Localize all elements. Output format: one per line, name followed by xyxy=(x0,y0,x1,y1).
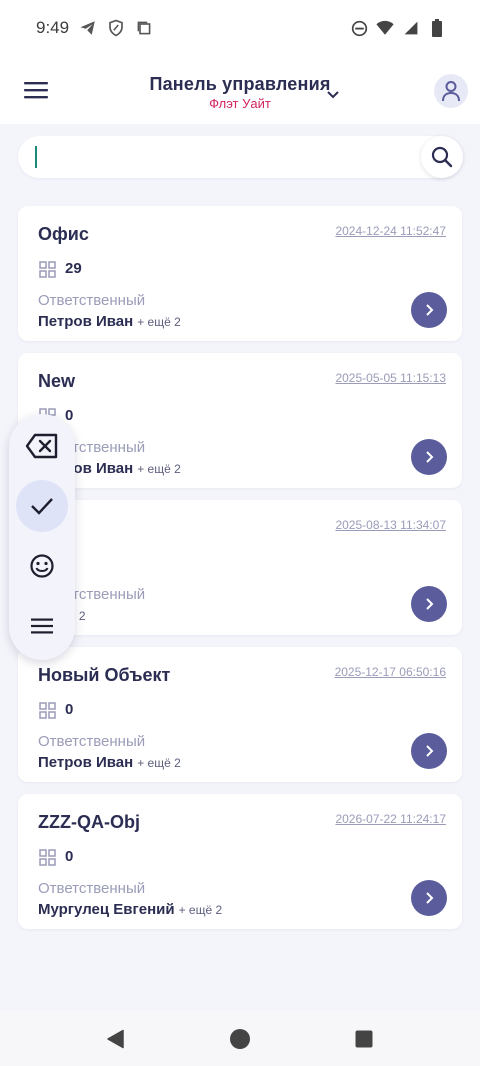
responsible-label: Ответственный xyxy=(38,292,146,309)
chevron-right-icon xyxy=(426,892,434,904)
open-object-button[interactable] xyxy=(411,586,447,622)
chevron-down-icon[interactable] xyxy=(324,86,342,104)
system-nav-bar xyxy=(0,1010,480,1066)
responsible-person: Петров Иван xyxy=(38,313,134,330)
telegram-icon xyxy=(79,19,97,37)
status-left: 9:49 xyxy=(36,18,153,38)
app-header: Панель управления Флэт Уайт xyxy=(0,56,480,124)
floating-toolbar xyxy=(9,414,75,660)
search-icon xyxy=(431,146,453,168)
object-name: ZZZ-QA-Obj xyxy=(38,812,140,832)
object-card[interactable]: 2025-08-13 11:34:07 Ответственный + ещё … xyxy=(18,500,462,635)
search-button[interactable] xyxy=(421,136,463,178)
object-name: New xyxy=(38,371,76,391)
grid-icon xyxy=(38,701,56,719)
emoji-icon xyxy=(30,554,54,578)
responsible-more: + ещё 2 xyxy=(137,315,181,329)
backspace-icon xyxy=(25,433,58,459)
status-time: 9:49 xyxy=(36,18,70,37)
search-input[interactable] xyxy=(34,136,414,178)
responsible-more: + ещё 2 xyxy=(137,756,181,770)
object-card[interactable]: ZZZ-QA-Obj 2026-07-22 11:24:17 0 Ответст… xyxy=(18,794,462,929)
object-count: 29 xyxy=(65,260,82,277)
backspace-button[interactable] xyxy=(16,420,68,472)
chevron-right-icon xyxy=(426,304,434,316)
object-card[interactable]: Новый Объект 2025-12-17 06:50:16 0 Ответ… xyxy=(18,647,462,782)
open-object-button[interactable] xyxy=(411,439,447,475)
header-title-block[interactable]: Панель управления Флэт Уайт xyxy=(0,74,480,111)
grid-icon xyxy=(38,848,56,866)
object-date: 2025-12-17 06:50:16 xyxy=(334,665,446,679)
responsible-label: Ответственный xyxy=(38,880,146,897)
responsible-person: Мургулец Евгений xyxy=(38,901,175,918)
object-date: 2025-08-13 11:34:07 xyxy=(335,518,446,532)
responsible-label: Ответственный xyxy=(38,733,146,750)
check-icon xyxy=(31,498,53,515)
back-triangle-icon xyxy=(107,1029,124,1049)
do-not-disturb-icon xyxy=(350,19,368,37)
responsible-name: Мургулец Евгений + ещё 2 xyxy=(38,901,222,918)
object-card[interactable]: Офис 2024-12-24 11:52:47 29 Ответственны… xyxy=(18,206,462,341)
open-object-button[interactable] xyxy=(411,733,447,769)
object-count: 0 xyxy=(65,407,74,424)
wifi-icon xyxy=(376,19,394,37)
text-caret xyxy=(35,146,37,168)
object-date: 2025-05-05 11:15:13 xyxy=(335,371,446,385)
check-button[interactable] xyxy=(16,480,68,532)
nav-recents-button[interactable] xyxy=(352,1027,376,1051)
toolbar-menu-button[interactable] xyxy=(16,600,68,652)
object-count: 0 xyxy=(65,848,74,865)
page-title: Панель управления xyxy=(149,74,331,94)
responsible-more: + ещё 2 xyxy=(178,903,223,917)
company-subtitle: Флэт Уайт xyxy=(209,96,271,111)
battery-icon xyxy=(428,19,446,37)
chevron-right-icon xyxy=(426,451,434,463)
menu-icon xyxy=(31,618,53,634)
nav-back-button[interactable] xyxy=(104,1027,128,1051)
recents-square-icon xyxy=(355,1030,373,1048)
chevron-right-icon xyxy=(426,598,434,610)
object-date: 2024-12-24 11:52:47 xyxy=(335,224,446,238)
object-date: 2026-07-22 11:24:17 xyxy=(335,812,446,826)
shield-icon xyxy=(107,19,125,37)
user-avatar-button[interactable] xyxy=(434,74,468,108)
responsible-name: Петров Иван + ещё 2 xyxy=(38,313,181,330)
grid-icon xyxy=(38,260,56,278)
signal-icon xyxy=(402,19,420,37)
status-bar: 9:49 xyxy=(0,0,480,56)
open-object-button[interactable] xyxy=(411,292,447,328)
emoji-button[interactable] xyxy=(16,540,68,592)
open-object-button[interactable] xyxy=(411,880,447,916)
status-right xyxy=(350,19,446,37)
object-name: Новый Объект xyxy=(38,665,171,685)
user-icon xyxy=(442,81,460,102)
nav-home-button[interactable] xyxy=(228,1027,252,1051)
responsible-person: Петров Иван xyxy=(38,754,134,771)
home-circle-icon xyxy=(230,1029,250,1049)
copy-icon xyxy=(135,19,153,37)
responsible-name: Петров Иван + ещё 2 xyxy=(38,754,181,771)
search-bar xyxy=(18,136,463,178)
object-name: Офис xyxy=(38,224,89,244)
object-card[interactable]: New 2025-05-05 11:15:13 0 Ответственный … xyxy=(18,353,462,488)
responsible-more: + ещё 2 xyxy=(137,462,181,476)
object-count: 0 xyxy=(65,701,74,718)
chevron-right-icon xyxy=(426,745,434,757)
